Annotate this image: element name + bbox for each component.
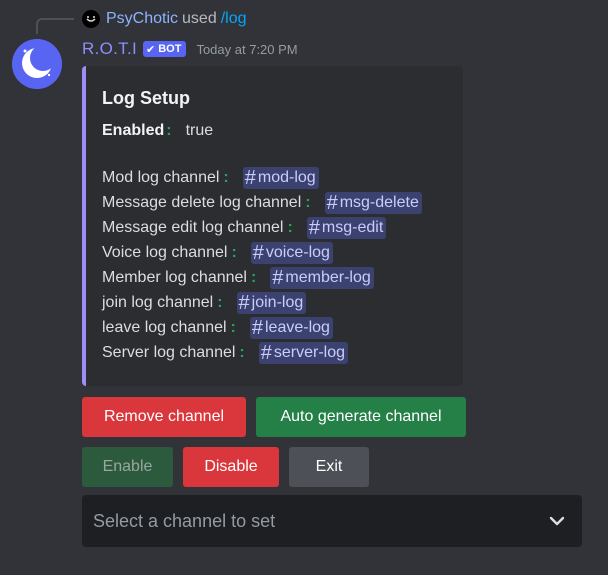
bot-badge: ✔ BOT [143, 41, 187, 57]
reply-username[interactable]: PsyChotic [106, 10, 178, 28]
enabled-label: Enabled [102, 122, 165, 139]
reply-command[interactable]: /log [221, 10, 247, 28]
field-row: Member log channel : # member-log [102, 267, 374, 289]
enable-button[interactable]: Enable [82, 447, 173, 487]
message-header: R.O.T.I ✔ BOT Today at 7:20 PM [82, 37, 298, 61]
field-label: leave log channel [102, 319, 227, 336]
channel-mention[interactable]: # server-log [258, 342, 349, 364]
enabled-field: Enabled : true [102, 122, 213, 140]
author-username[interactable]: R.O.T.I [82, 39, 137, 59]
reply-spine [36, 18, 74, 34]
embed-title: Log Setup [102, 88, 190, 108]
auto-generate-channel-button[interactable]: Auto generate channel [256, 397, 466, 437]
moon-avatar-icon [12, 39, 62, 89]
field-label: Mod log channel [102, 169, 220, 186]
field-colon: : [305, 194, 311, 211]
field-row: Message delete log channel : # msg-delete [102, 192, 422, 214]
field-label: Message edit log channel [102, 219, 284, 236]
field-colon: : [223, 169, 229, 186]
channel-name: voice-log [265, 244, 330, 261]
field-row: Message edit log channel : # msg-edit [102, 217, 387, 239]
channel-mention[interactable]: # msg-edit [306, 217, 387, 239]
channel-name: member-log [285, 269, 371, 286]
channel-hash-icon: # [238, 292, 250, 314]
channel-select[interactable]: Select a channel to set [82, 495, 582, 547]
chevron-down-icon [549, 516, 565, 526]
enabled-value: true [185, 122, 214, 139]
select-placeholder: Select a channel to set [93, 510, 276, 531]
verified-check-icon: ✔ [146, 43, 156, 56]
field-label: join log channel [102, 294, 214, 311]
disable-button[interactable]: Disable [183, 447, 279, 487]
channel-hash-icon: # [244, 167, 256, 189]
field-colon: : [239, 344, 245, 361]
field-label: Server log channel [102, 344, 236, 361]
reply-avatar-icon[interactable] [82, 10, 100, 28]
bot-avatar[interactable] [12, 39, 62, 89]
channel-name: server-log [273, 344, 346, 361]
embed: Log Setup Enabled : true Mod log channel… [82, 66, 463, 386]
reply-reference[interactable]: PsyChotic used /log [82, 9, 247, 29]
field-colon: : [231, 244, 237, 261]
channel-mention[interactable]: # msg-delete [324, 192, 422, 214]
field-row: join log channel : # join-log [102, 292, 307, 314]
channel-mention[interactable]: # mod-log [242, 167, 319, 189]
channel-hash-icon: # [260, 342, 272, 364]
message-timestamp[interactable]: Today at 7:20 PM [196, 42, 297, 57]
channel-hash-icon: # [326, 192, 338, 214]
channel-name: msg-delete [339, 194, 419, 211]
field-label: Voice log channel [102, 244, 228, 261]
reply-used-text: used [182, 10, 217, 27]
field-label: Member log channel [102, 269, 247, 286]
channel-name: msg-edit [321, 219, 384, 236]
message-container: PsyChotic used /log R.O.T.I ✔ BOT Today … [0, 0, 608, 575]
channel-mention[interactable]: # voice-log [250, 242, 333, 264]
field-row: Voice log channel : # voice-log [102, 242, 333, 264]
channel-name: leave-log [265, 319, 330, 336]
field-colon: : [217, 294, 223, 311]
channel-name: mod-log [257, 169, 316, 186]
channel-mention[interactable]: # member-log [270, 267, 374, 289]
channel-name: join-log [251, 294, 304, 311]
exit-button[interactable]: Exit [289, 447, 369, 487]
channel-mention[interactable]: # join-log [236, 292, 307, 314]
field-colon: : [230, 319, 236, 336]
field-row: Server log channel : # server-log [102, 342, 349, 364]
field-row: Mod log channel : # mod-log [102, 167, 319, 189]
remove-channel-button[interactable]: Remove channel [82, 397, 246, 437]
field-label: Message delete log channel [102, 194, 302, 211]
bot-badge-label: BOT [158, 43, 182, 55]
channel-mention[interactable]: # leave-log [249, 317, 333, 339]
field-row: leave log channel : # leave-log [102, 317, 333, 339]
channel-hash-icon: # [308, 217, 320, 239]
field-colon: : [287, 219, 293, 236]
channel-hash-icon: # [272, 267, 284, 289]
channel-hash-icon: # [252, 242, 264, 264]
field-colon: : [250, 269, 257, 286]
enabled-colon: : [166, 122, 172, 139]
channel-hash-icon: # [251, 317, 263, 339]
